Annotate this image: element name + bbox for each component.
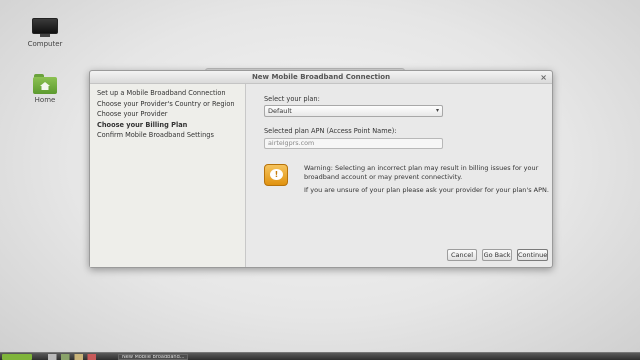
desktop-icon-label: Computer <box>27 40 63 48</box>
mobile-broadband-dialog: New Mobile Broadband Connection × Set up… <box>89 70 553 268</box>
home-folder-icon <box>33 74 57 94</box>
wizard-content: Select your plan: Default ▾ Selected pla… <box>247 84 552 267</box>
wizard-step: Set up a Mobile Broadband Connection <box>97 89 226 97</box>
system-tray[interactable] <box>505 354 635 360</box>
warning-icon: ! <box>264 164 288 186</box>
computer-icon <box>32 18 58 38</box>
chevron-down-icon: ▾ <box>435 107 439 114</box>
dialog-titlebar[interactable]: New Mobile Broadband Connection × <box>90 71 552 84</box>
menu-button[interactable] <box>2 354 32 360</box>
close-icon[interactable]: × <box>540 71 547 84</box>
unsure-text: If you are unsure of your plan please as… <box>304 186 549 194</box>
warning-text: Warning: Selecting an incorrect plan may… <box>304 164 539 181</box>
wizard-steps-sidebar: Set up a Mobile Broadband Connection Cho… <box>90 84 246 267</box>
continue-button[interactable]: Continue <box>517 249 548 261</box>
wizard-step-active: Choose your Billing Plan <box>97 120 188 129</box>
desktop-icon-home[interactable]: Home <box>15 74 75 104</box>
apn-field[interactable]: airtelgprs.com <box>264 138 443 149</box>
wizard-step: Choose your Provider <box>97 110 168 118</box>
plan-select[interactable]: Default ▾ <box>264 105 443 117</box>
quick-launch-icons[interactable] <box>48 354 108 360</box>
dialog-title: New Mobile Broadband Connection <box>251 73 391 81</box>
desktop-icon-label: Home <box>34 96 56 104</box>
cancel-button[interactable]: Cancel <box>447 249 477 261</box>
wizard-step: Choose your Provider's Country or Region <box>97 99 235 108</box>
wizard-step: Confirm Mobile Broadband Settings <box>97 131 214 139</box>
desktop-icon-computer[interactable]: Computer <box>15 18 75 48</box>
taskbar-window-button[interactable]: New Mobile Broadband... <box>118 354 188 360</box>
apn-label: Selected plan APN (Access Point Name): <box>264 127 397 135</box>
plan-label: Select your plan: <box>264 95 320 103</box>
taskbar: New Mobile Broadband... <box>0 352 640 360</box>
plan-select-value: Default <box>268 107 292 115</box>
go-back-button[interactable]: Go Back <box>482 249 512 261</box>
